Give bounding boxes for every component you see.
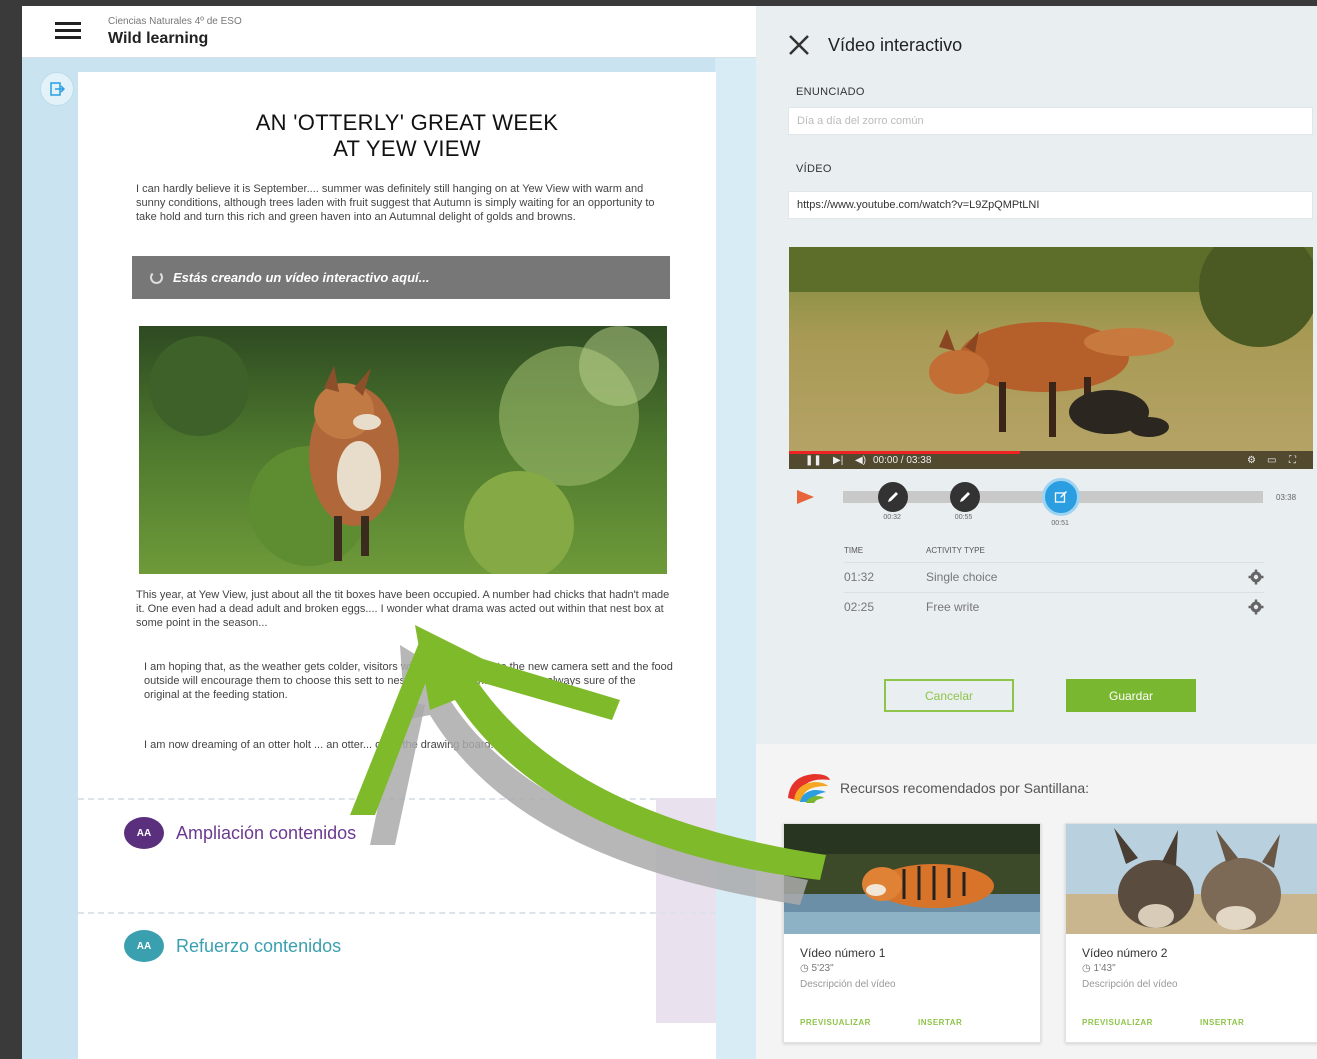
table-row[interactable]: 02:25 Free write — [844, 591, 1264, 622]
top-bar: Ciencias Naturales 4º de ESO Wild learni… — [22, 6, 756, 58]
donkey-thumbnail[interactable] — [1066, 824, 1317, 934]
video-form: Vídeo interactivo ENUNCIADO VÍDEO — [756, 6, 1317, 744]
refuerzo-badge-icon: AA — [124, 930, 164, 962]
preview-link[interactable]: PREVISUALIZAR — [800, 1018, 871, 1027]
column-header: TIME — [844, 546, 864, 556]
video-label: VÍDEO — [796, 163, 832, 175]
skip-icon[interactable]: ▶| — [833, 455, 843, 466]
card-description: Descripción del vídeo — [800, 979, 896, 990]
recommended-title: Recursos recomendados por Santillana: — [840, 780, 1090, 796]
app-title: Wild learning — [108, 30, 209, 47]
app-window: Ciencias Naturales 4º de ESO Wild learni… — [22, 6, 756, 1059]
marker-time: 00:32 — [883, 514, 901, 521]
enunciado-label: ENUNCIADO — [796, 86, 865, 98]
marker-time: 00:55 — [954, 514, 973, 521]
clock-icon: ◷ — [800, 963, 812, 974]
headline-line-2: AT YEW VIEW — [333, 136, 481, 161]
play-icon[interactable] — [797, 490, 814, 504]
ampliacion-badge-icon: AA — [124, 817, 164, 849]
duration-value: 1'43" — [1093, 963, 1116, 974]
section-divider — [78, 798, 716, 800]
banner-text: Estás creando un vídeo interactivo aquí.… — [173, 270, 430, 285]
close-icon[interactable] — [786, 32, 812, 58]
gear-icon[interactable] — [1248, 569, 1264, 585]
marker-time: 00:51 — [1051, 520, 1069, 527]
activities-table: TIME ACTIVITY TYPE 01:32 Single choice 0… — [844, 540, 1264, 622]
edit-icon — [1055, 491, 1068, 503]
article-page: AN 'OTTERLY' GREAT WEEK AT YEW VIEW I ca… — [78, 72, 716, 1059]
card-description: Descripción del vídeo — [1082, 979, 1178, 990]
resource-card[interactable]: Vídeo número 1 ◷ 5'23" Descripción del v… — [783, 823, 1041, 1043]
activity-type: Single choice — [926, 561, 1234, 592]
timeline-marker[interactable] — [949, 482, 980, 512]
article-paragraph: I am now dreaming of an otter holt ... a… — [144, 739, 503, 751]
creating-video-banner: Estás creando un vídeo interactivo aquí.… — [132, 256, 670, 299]
volume-icon[interactable]: ◀) — [855, 455, 866, 466]
video-url-input[interactable] — [788, 191, 1313, 219]
column-header-blank — [1234, 540, 1264, 562]
gear-icon[interactable] — [1248, 599, 1264, 615]
resource-card[interactable]: Vídeo número 2 ◷ 1'43" Descripción del v… — [1065, 823, 1317, 1043]
section-ampliacion[interactable]: AA Ampliación contenidos — [124, 817, 356, 849]
course-name: Ciencias Naturales 4º de ESO — [108, 16, 242, 27]
player-controls[interactable]: ❚❚ ▶| ◀) 00:00 / 03:38 ⚙ ▭ ⛶ — [789, 451, 1313, 469]
column-header: ACTIVITY TYPE — [926, 546, 985, 556]
save-button[interactable]: Guardar — [1066, 679, 1196, 712]
gear-cell — [1234, 591, 1264, 622]
card-title: Vídeo número 1 — [800, 946, 886, 960]
playback-progress[interactable] — [789, 451, 1020, 454]
theater-icon[interactable]: ▭ — [1267, 455, 1276, 466]
side-panel — [656, 798, 716, 1023]
gear-cell — [1234, 561, 1264, 592]
table-header: TIME ACTIVITY TYPE — [844, 540, 1264, 562]
exit-icon[interactable] — [40, 72, 74, 106]
table-row[interactable]: 01:32 Single choice — [844, 561, 1264, 592]
headline-line-1: AN 'OTTERLY' GREAT WEEK — [255, 110, 559, 135]
section-label: Ampliación contenidos — [176, 822, 357, 843]
article-headline: AN 'OTTERLY' GREAT WEEK AT YEW VIEW — [78, 110, 736, 162]
interactive-video-panel: Vídeo interactivo ENUNCIADO VÍDEO — [756, 6, 1317, 1059]
panel-title: Vídeo interactivo — [828, 35, 963, 55]
card-duration: ◷ 5'23" — [800, 963, 834, 974]
section-refuerzo[interactable]: AA Refuerzo contenidos — [124, 930, 341, 962]
clock-icon: ◷ — [1082, 963, 1094, 974]
article-paragraph: I am hoping that, as the weather gets co… — [144, 661, 673, 701]
side-strip — [715, 58, 756, 1059]
fox-photo — [139, 326, 667, 574]
timeline-marker[interactable] — [878, 482, 909, 512]
video-player[interactable]: ❚❚ ▶| ◀) 00:00 / 03:38 ⚙ ▭ ⛶ — [789, 247, 1313, 469]
article-paragraph: This year, at Yew View, just about all t… — [136, 589, 670, 629]
pause-icon[interactable]: ❚❚ — [805, 455, 822, 466]
pencil-icon — [888, 492, 899, 502]
video-end-time: 03:38 — [1276, 493, 1297, 502]
hamburger-menu-icon[interactable] — [55, 22, 81, 40]
insert-link[interactable]: INSERTAR — [1200, 1018, 1244, 1027]
tiger-thumbnail[interactable] — [784, 824, 1040, 934]
card-duration: ◷ 1'43" — [1082, 963, 1116, 974]
section-divider — [78, 912, 716, 914]
activity-time: 02:25 — [844, 591, 926, 622]
fullscreen-icon[interactable]: ⛶ — [1289, 455, 1296, 466]
enunciado-input[interactable] — [788, 107, 1313, 135]
duration-value: 5'23" — [811, 963, 834, 974]
preview-link[interactable]: PREVISUALIZAR — [1082, 1018, 1153, 1027]
activity-type: Free write — [926, 591, 1234, 622]
insert-link[interactable]: INSERTAR — [918, 1018, 962, 1027]
settings-icon[interactable]: ⚙ — [1247, 455, 1256, 466]
santillana-logo-icon — [788, 774, 830, 803]
timeline-marker-active[interactable] — [1042, 478, 1081, 516]
loading-spinner-icon — [150, 271, 163, 284]
pencil-icon — [959, 492, 970, 502]
cancel-button[interactable]: Cancelar — [884, 679, 1014, 712]
player-time: 00:00 / 03:38 — [873, 455, 932, 466]
section-label: Refuerzo contenidos — [176, 935, 342, 956]
article-paragraph: I can hardly believe it is September....… — [136, 183, 655, 223]
activity-time: 01:32 — [844, 561, 926, 592]
card-title: Vídeo número 2 — [1082, 946, 1168, 960]
